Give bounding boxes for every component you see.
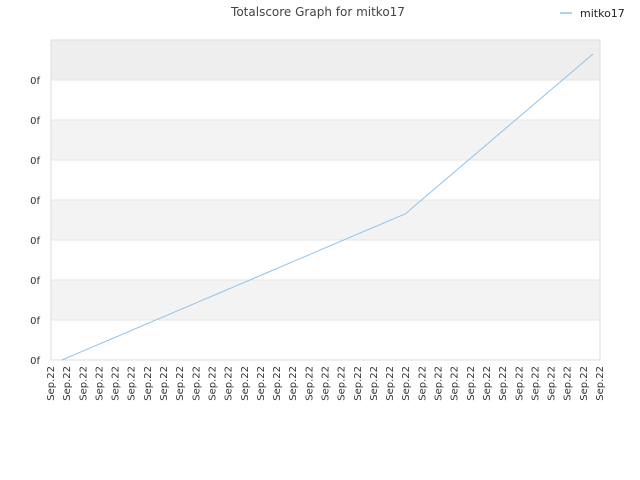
x-tick-label: Sep.22 [450, 366, 461, 401]
x-tick-label: Sep.22 [321, 366, 332, 401]
x-tick-label: Sep.22 [482, 366, 493, 401]
x-tick-label: Sep.22 [175, 366, 186, 401]
y-tick-label: 0f [30, 316, 40, 327]
chart-title: Totalscore Graph for mitko17 [230, 5, 405, 19]
y-tick-label: 0f [30, 276, 40, 287]
x-tick-label: Sep.22 [288, 366, 299, 401]
plot-band [51, 240, 600, 280]
x-tick-label: Sep.22 [62, 366, 73, 401]
y-axis-tick-labels: 0f 0f 0f 0f 0f 0f 0f 0f [30, 76, 40, 367]
x-tick-label: Sep.22 [256, 366, 267, 401]
plot-band [51, 320, 600, 360]
x-tick-label: Sep.22 [353, 366, 364, 401]
legend: mitko17 [560, 7, 625, 20]
plot-band [51, 160, 600, 200]
x-tick-label: Sep.22 [272, 366, 283, 401]
x-tick-label: Sep.22 [579, 366, 590, 401]
legend-label-mitko17: mitko17 [580, 7, 625, 20]
x-tick-label: Sep.22 [191, 366, 202, 401]
plot-band [51, 280, 600, 320]
x-tick-label: Sep.22 [111, 366, 122, 401]
plot-band [51, 200, 600, 240]
x-tick-label: Sep.22 [46, 366, 57, 401]
y-tick-label: 0f [30, 196, 40, 207]
x-tick-label: Sep.22 [385, 366, 396, 401]
x-tick-label: Sep.22 [498, 366, 509, 401]
x-axis-tick-labels: Sep.22 Sep.22 Sep.22 Sep.22 Sep.22 Sep.22 Sep.… [46, 366, 606, 401]
x-tick-label: Sep.22 [563, 366, 574, 401]
x-tick-label: Sep.22 [304, 366, 315, 401]
x-tick-label: Sep.22 [127, 366, 138, 401]
x-tick-label: Sep.22 [434, 366, 445, 401]
x-tick-label: Sep.22 [595, 366, 606, 401]
x-tick-label: Sep.22 [78, 366, 89, 401]
x-tick-label: Sep.22 [143, 366, 154, 401]
x-tick-label: Sep.22 [530, 366, 541, 401]
plot-band [51, 120, 600, 160]
plot-band [51, 40, 600, 80]
x-tick-label: Sep.22 [224, 366, 235, 401]
x-tick-label: Sep.22 [514, 366, 525, 401]
x-tick-label: Sep.22 [240, 366, 251, 401]
y-tick-label: 0f [30, 76, 40, 87]
x-tick-label: Sep.22 [547, 366, 558, 401]
x-tick-label: Sep.22 [401, 366, 412, 401]
x-tick-label: Sep.22 [369, 366, 380, 401]
x-tick-label: Sep.22 [159, 366, 170, 401]
y-tick-label: 0f [30, 236, 40, 247]
y-tick-label: 0f [30, 116, 40, 127]
line-chart: 0f0f0f0f0f0f0f0f Sep.22 Sep.22 Sep.22 Sep.2… [30, 5, 625, 401]
x-tick-label: Sep.22 [417, 366, 428, 401]
y-tick-label: 0f [30, 356, 40, 367]
x-tick-label: Sep.22 [466, 366, 477, 401]
x-tick-label: Sep.22 [337, 366, 348, 401]
plot-band [51, 80, 600, 120]
x-tick-label: Sep.22 [207, 366, 218, 401]
y-tick-label: 0f [30, 156, 40, 167]
x-tick-label: Sep.22 [94, 366, 105, 401]
